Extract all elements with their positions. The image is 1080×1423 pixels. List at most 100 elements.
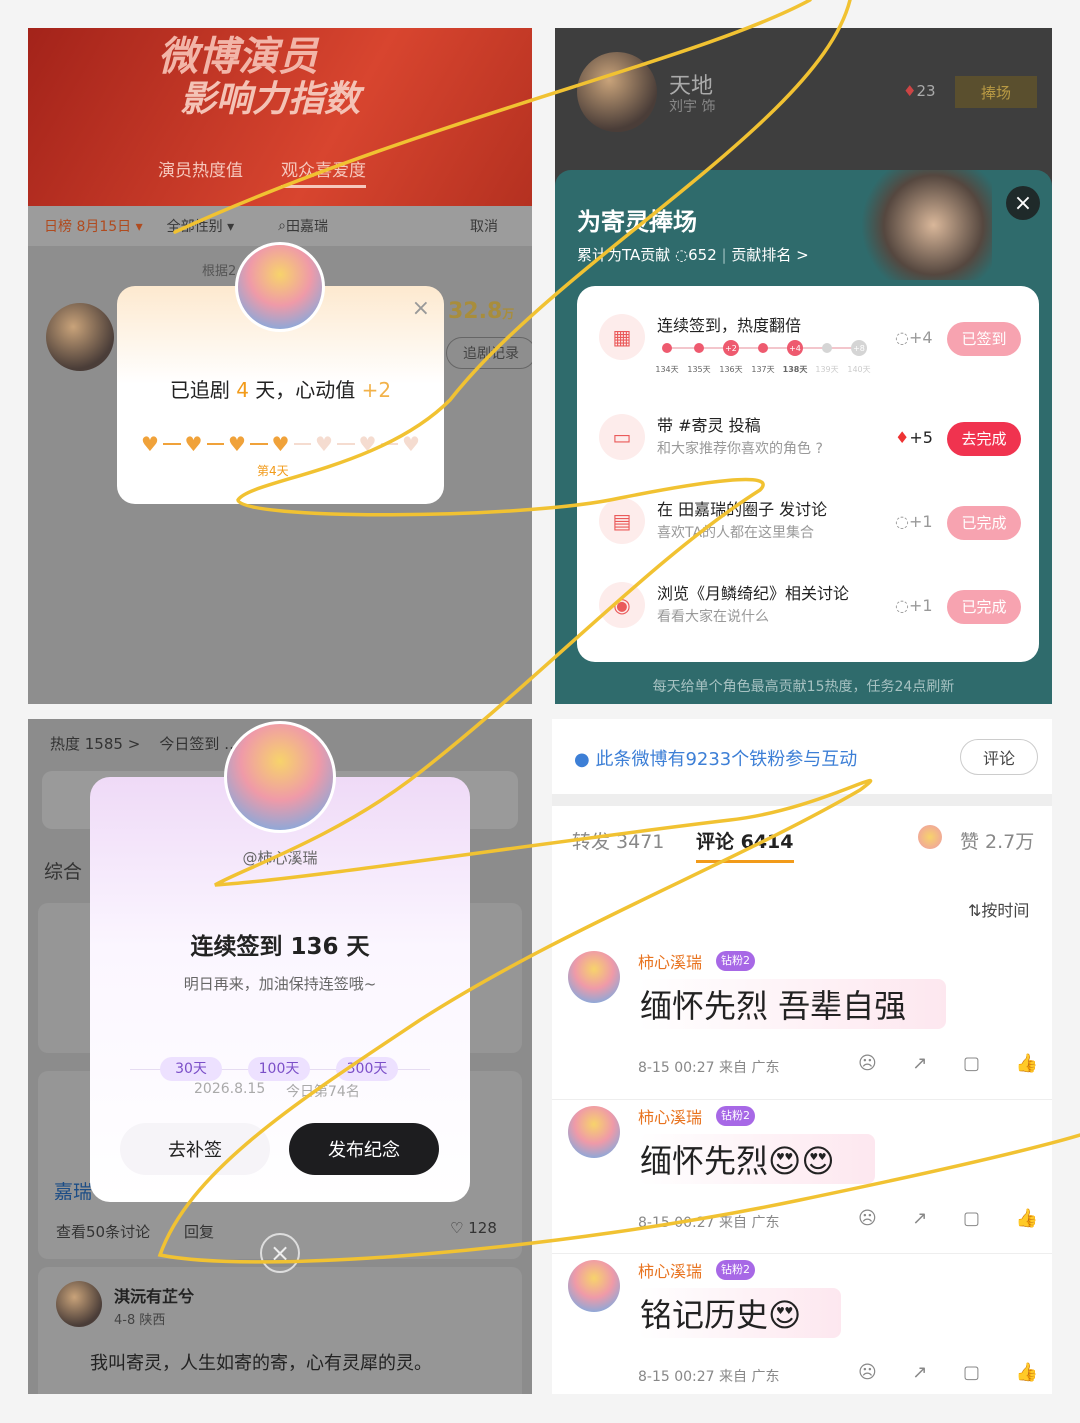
cheer-button[interactable]: 捧场 (955, 76, 1037, 108)
avatar (568, 951, 620, 1003)
fans-banner[interactable]: ● 此条微博有9233个铁粉参与互动 (574, 745, 857, 771)
task-post: ▭ 带 #寄灵 投稿 和大家推荐你喜欢的角色 ? ♦+5 去完成 (577, 392, 1039, 476)
view-discussion-link[interactable]: 查看50条讨论 (56, 1221, 150, 1242)
like-icon[interactable]: 👍 (1016, 1053, 1038, 1077)
like-count[interactable]: ♡ 128 (450, 1219, 497, 1237)
calendar-icon: ▦ (599, 314, 645, 360)
chat-icon: ▤ (599, 498, 645, 544)
reply-icon[interactable]: ▢ (963, 1208, 980, 1232)
task-points: ◌+1 (895, 512, 933, 531)
task-title: 连续签到，热度翻倍 (657, 316, 802, 335)
cancel-button[interactable]: 取消 (470, 216, 498, 236)
publish-button[interactable]: 发布纪念 (289, 1123, 439, 1175)
heart-connector (380, 443, 398, 445)
username: @柿心溪瑞 (242, 849, 318, 867)
dislike-icon[interactable]: ☹ (858, 1208, 877, 1232)
streak-day-label: 135天 (687, 365, 710, 374)
heart-icon: ♥ (315, 432, 333, 456)
contribution-summary: 累计为TA贡献 ◌652 | 贡献排名 > (577, 246, 809, 264)
heart-connector (163, 443, 181, 445)
comment-user[interactable]: 柿心溪瑞 (638, 949, 702, 973)
checkin-date: 2026.8.15 (194, 1081, 266, 1097)
comment-meta: 8-15 00:27 来自 广东 (638, 1060, 780, 1076)
done-button[interactable]: 已完成 (947, 590, 1021, 624)
comment-button[interactable]: 评论 (960, 739, 1038, 775)
tab-favor[interactable]: 观众喜爱度 (281, 156, 366, 188)
task-points: ♦+5 (895, 428, 933, 447)
fans-icon: ● (574, 749, 590, 770)
heart-icon: ♥ (271, 432, 290, 456)
comment-item: 柿心溪瑞 钻粉2 铭记历史😍 8-15 00:27 来自 广东 ☹ ↗ ▢ 👍 (552, 1253, 1052, 1394)
close-icon[interactable]: × (1006, 186, 1040, 220)
comment-meta: 8-15 00:27 来自 广东 (638, 1369, 780, 1385)
reply-icon[interactable]: ▢ (963, 1053, 980, 1077)
ranking-tabs: 演员热度值 观众喜爱度 (158, 156, 366, 188)
tab-likes[interactable]: 赞 2.7万 (960, 827, 1034, 854)
streak-dot (694, 343, 704, 353)
checkin-title: 连续签到 136 天 (190, 934, 370, 960)
fan-badge: 钻粉2 (716, 951, 755, 971)
sheet-footer: 每天给单个角色最高贡献15热度，任务24点刷新 (652, 679, 955, 695)
heart-connector (337, 443, 355, 445)
comment-user[interactable]: 柿心溪瑞 (638, 1258, 702, 1282)
sheet-title: 为寄灵捧场 (577, 208, 697, 236)
share-icon[interactable]: ↗ (912, 1053, 927, 1077)
streak-dot (662, 343, 672, 353)
actor-avatar (46, 303, 114, 371)
ranking-banner: 微博演员 影响力指数 演员热度值 观众喜爱度 (28, 28, 532, 218)
task-points: ◌+1 (895, 596, 933, 615)
streak-dot (822, 343, 832, 353)
share-icon[interactable]: ↗ (912, 1208, 927, 1232)
date-dropdown[interactable]: 日榜 8月15日 ▾ (44, 216, 143, 236)
task-browse: ◉ 浏览《月鳞绮纪》相关讨论 看看大家在说什么 ◌+1 已完成 (577, 560, 1039, 644)
record-button[interactable]: 追剧记录 (446, 337, 532, 369)
share-icon[interactable]: ↗ (912, 1362, 927, 1386)
heart-connector (206, 443, 224, 445)
sort-button[interactable]: ⇅按时间 (968, 897, 1029, 921)
streak-bonus: +8 (853, 344, 865, 353)
close-icon[interactable]: × (260, 1233, 300, 1273)
comment-item: 柿心溪瑞 钻粉2 缅怀先烈 吾辈自强 8-15 00:27 来自 广东 ☹ ↗ ▢ 👍 (552, 945, 1052, 1099)
streak-text: 已追剧 4 天，心动值 +2 (169, 378, 392, 402)
like-icon[interactable]: 👍 (1016, 1208, 1038, 1232)
comment-actions: ☹ ↗ ▢ 👍 (858, 1362, 1038, 1386)
dislike-icon[interactable]: ☹ (858, 1362, 877, 1386)
task-points: ◌+4 (895, 328, 933, 347)
liker-avatar (918, 825, 942, 849)
heart-connector (250, 443, 268, 445)
makeup-checkin-button[interactable]: 去补签 (120, 1123, 270, 1175)
streak-dot (758, 343, 768, 353)
gender-dropdown[interactable]: 全部性别 ▾ (167, 216, 234, 236)
user-avatar (56, 1281, 102, 1327)
checked-in-button[interactable]: 已签到 (947, 322, 1021, 356)
tab-heat[interactable]: 演员热度值 (158, 156, 243, 188)
tab-comment[interactable]: 评论 6414 (696, 827, 794, 863)
reply-icon[interactable]: ▢ (963, 1362, 980, 1386)
tab-repost[interactable]: 转发 3471 (572, 827, 664, 854)
task-sub: 看看大家在说什么 (657, 609, 769, 625)
actor-ranking-panel: 微博演员 影响力指数 演员热度值 观众喜爱度 日榜 8月15日 ▾ 全部性别 ▾… (28, 28, 532, 704)
tab-all[interactable]: 综合 (44, 857, 82, 884)
task-sub: 喜欢TA的人都在这里集合 (657, 525, 815, 541)
task-card: ▦ 连续签到，热度翻倍 134天 135天 +2 136天 137天 +4 138天 139天… (577, 286, 1039, 662)
like-icon[interactable]: 👍 (1016, 1362, 1038, 1386)
search-input[interactable]: 田嘉瑞 (286, 216, 328, 236)
avatar (568, 1260, 620, 1312)
comment-user[interactable]: 柿心溪瑞 (638, 1104, 702, 1128)
comment-actions: ☹ ↗ ▢ 👍 (858, 1208, 1038, 1232)
done-button[interactable]: 已完成 (947, 506, 1021, 540)
heart-icon: ♥ (141, 432, 159, 456)
rank-link[interactable]: 贡献排名 > (731, 246, 808, 264)
milestone-30: 30天 (160, 1057, 222, 1081)
comment-text: 铭记历史😍 (638, 1288, 842, 1338)
fan-badge: 钻粉2 (716, 1260, 755, 1280)
heart-icon: ♥ (228, 432, 246, 456)
streak-day-label: 137天 (751, 365, 774, 374)
close-icon[interactable]: × (412, 296, 430, 321)
post-text: 我叫寄灵，人生如寄的寄，心有灵犀的灵。 (90, 1353, 432, 1374)
do-task-button[interactable]: 去完成 (947, 422, 1021, 456)
dislike-icon[interactable]: ☹ (858, 1053, 877, 1077)
comment-text: 缅怀先烈 吾辈自强 (638, 979, 947, 1029)
role-actor: 刘宇 饰 (669, 99, 716, 115)
reply-link[interactable]: 回复 (184, 1221, 214, 1242)
